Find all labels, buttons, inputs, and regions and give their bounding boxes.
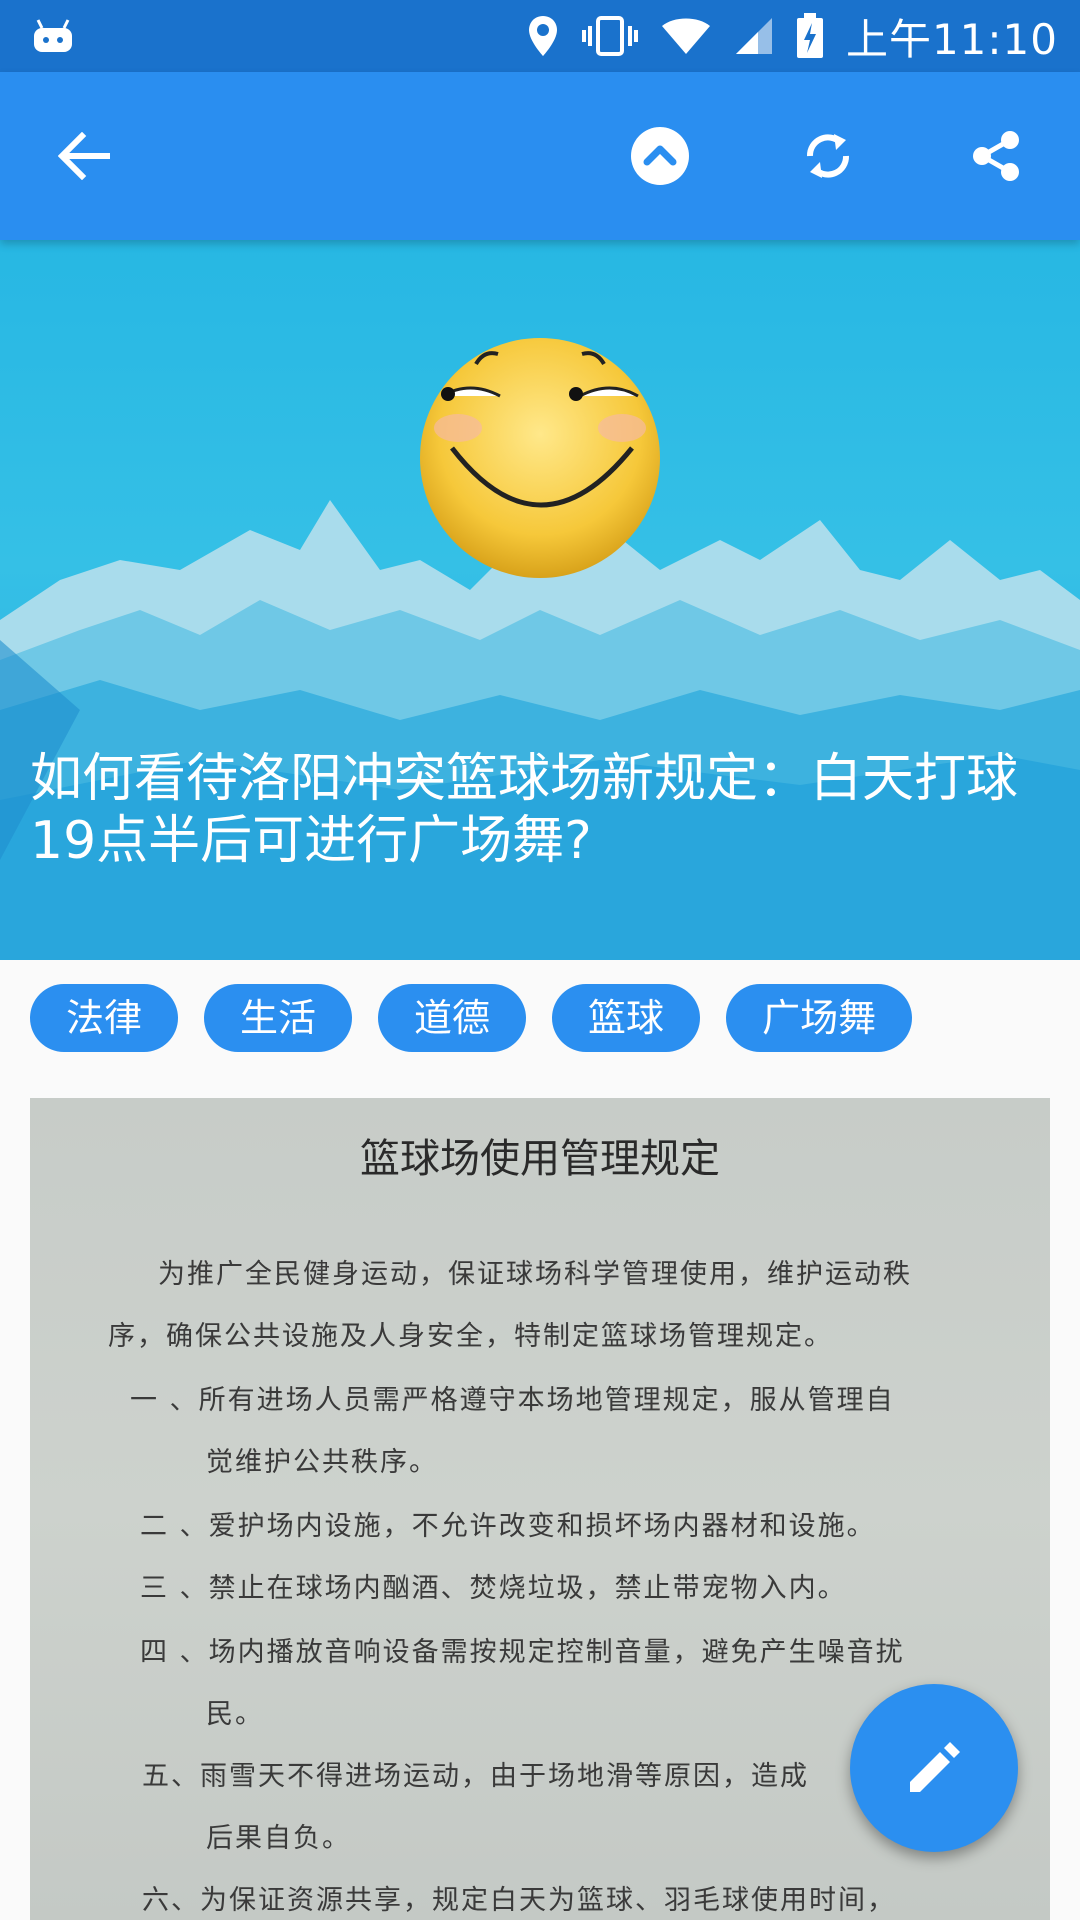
document-line: 三 、禁止在球场内酗酒、焚烧垃圾，禁止带宠物入内。 — [140, 1573, 847, 1604]
android-debug-icon — [34, 19, 72, 52]
tag-law[interactable]: 法律 — [30, 984, 179, 1052]
document-line: 二 、爱护场内设施，不允许改变和损坏场内器材和设施。 — [140, 1511, 876, 1542]
edit-fab-button[interactable] — [850, 1684, 1018, 1852]
status-time: 上午11:10 — [845, 14, 1058, 64]
wifi-icon — [661, 18, 710, 54]
scroll-top-button[interactable] — [616, 112, 704, 200]
status-bar: 上午11:10 — [0, 0, 1080, 72]
document-line: 序，确保公共设施及人身安全，特制定篮球场管理规定。 — [108, 1321, 833, 1352]
share-icon — [973, 131, 1019, 181]
scroll-top-icon — [631, 127, 689, 185]
hero-banner: 如何看待洛阳冲突篮球场新规定：白天打球 19点半后可进行广场舞? — [0, 240, 1080, 960]
document-line: 后果自负。 — [206, 1823, 351, 1854]
document-line: 一 、所有进场人员需严格遵守本场地管理规定，服从管理自 — [130, 1385, 895, 1416]
refresh-button[interactable] — [784, 112, 872, 200]
tag-life[interactable]: 生活 — [204, 984, 353, 1052]
vibrate-icon — [581, 16, 638, 56]
document-line: 为推广全民健身运动，保证球场科学管理使用，维护运动秩 — [158, 1259, 912, 1290]
refresh-icon — [807, 134, 849, 178]
signal-icon — [735, 18, 772, 54]
tag-square-dance[interactable]: 广场舞 — [726, 984, 913, 1052]
document-line: 四 、场内播放音响设备需按规定控制音量，避免产生噪音扰 — [140, 1637, 905, 1668]
document-line: 五、雨雪天不得进场运动，由于场地滑等原因，造成 — [142, 1761, 809, 1792]
location-icon — [528, 16, 557, 56]
avatar — [418, 336, 662, 580]
tag-list: 法律 生活 道德 篮球 广场舞 — [30, 984, 913, 1052]
back-arrow-icon — [58, 132, 110, 180]
tag-morality[interactable]: 道德 — [378, 984, 527, 1052]
toolbar — [0, 72, 1080, 240]
battery-charging-icon — [796, 13, 823, 58]
document-title: 篮球场使用管理规定 — [360, 1136, 720, 1182]
document-line: 民。 — [206, 1699, 264, 1730]
document-line: 觉维护公共秩序。 — [206, 1447, 438, 1478]
share-button[interactable] — [952, 112, 1040, 200]
smiley-face-icon — [420, 338, 660, 578]
back-button[interactable] — [40, 112, 128, 200]
tag-basketball[interactable]: 篮球 — [552, 984, 701, 1052]
question-title: 如何看待洛阳冲突篮球场新规定：白天打球 19点半后可进行广场舞? — [30, 749, 1019, 871]
edit-pencil-icon — [910, 1742, 960, 1792]
document-line: 六、为保证资源共享，规定白天为篮球、羽毛球使用时间， — [142, 1885, 896, 1916]
